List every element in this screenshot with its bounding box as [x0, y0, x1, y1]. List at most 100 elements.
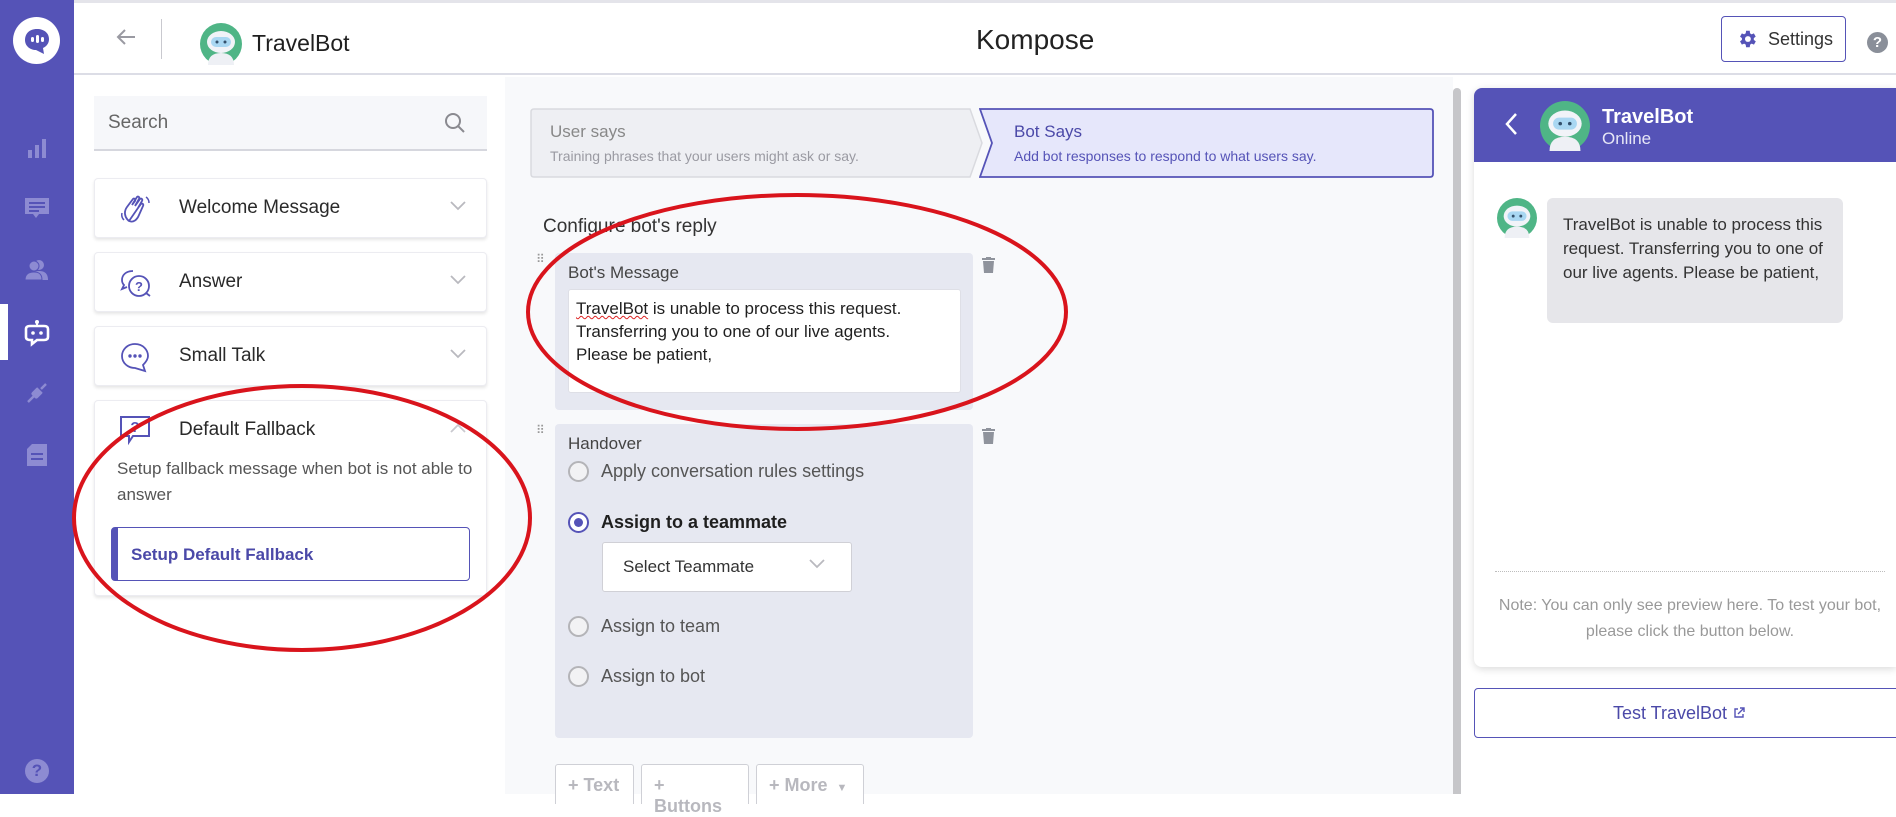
- intent-title: Answer: [179, 271, 243, 292]
- users-icon: [24, 260, 48, 281]
- radio-label: Apply conversation rules settings: [601, 461, 865, 481]
- preview-bot-status: Online: [1602, 129, 1652, 148]
- arrow-left-icon: [116, 29, 135, 45]
- bot-message-label: Bot's Message: [568, 263, 679, 282]
- test-bot-button[interactable]: Test TravelBot: [1474, 688, 1896, 738]
- radio-label: Assign to a teammate: [601, 512, 788, 532]
- step-title: User says: [550, 122, 626, 141]
- select-teammate-dropdown[interactable]: Select Teammate: [602, 542, 852, 592]
- radio-button-selected[interactable]: [568, 512, 589, 533]
- bot-avatar: [200, 23, 242, 70]
- center-scrollbar[interactable]: [1453, 88, 1461, 794]
- integrations-icon: [27, 383, 47, 403]
- radio-apply-conversation-rules[interactable]: Apply conversation rules settings: [568, 461, 864, 482]
- nav-integrations[interactable]: [22, 378, 52, 408]
- nav-users[interactable]: [22, 255, 52, 285]
- fallback-description: Setup fallback message when bot is not a…: [117, 459, 473, 504]
- settings-label: Settings: [1768, 28, 1834, 49]
- select-value: Select Teammate: [623, 557, 755, 576]
- search-icon[interactable]: [443, 111, 467, 135]
- step-bot-says[interactable]: Bot Says Add bot responses to respond to…: [979, 108, 1434, 178]
- robot-avatar-icon: [1497, 198, 1537, 238]
- caret-down-icon: ▼: [836, 782, 848, 794]
- intent-card-welcome-message[interactable]: Welcome Message: [94, 178, 487, 238]
- page-header: TravelBot Kompose Settings ?: [74, 3, 1896, 75]
- intent-list-panel: Search Welcome Message ? Answer Small Ta…: [74, 77, 505, 794]
- chevron-down-icon[interactable]: [450, 349, 466, 359]
- intent-card-small-talk[interactable]: Small Talk: [94, 326, 487, 386]
- preview-message-bubble: TravelBot is unable to process this requ…: [1547, 198, 1843, 323]
- chevron-down-icon[interactable]: [450, 275, 466, 285]
- step-title: Bot Says: [1014, 122, 1083, 141]
- radio-assign-team[interactable]: Assign to team: [568, 616, 720, 637]
- radio-label: Assign to bot: [601, 666, 706, 686]
- setup-default-fallback-button[interactable]: Setup Default Fallback: [111, 527, 470, 581]
- add-text-button[interactable]: + Text: [555, 764, 634, 804]
- chevron-left-icon[interactable]: [1504, 112, 1518, 136]
- bot-message-textarea[interactable]: TravelBot is unable to process this requ…: [568, 289, 961, 393]
- app-logo[interactable]: [13, 17, 60, 64]
- svg-text:?: ?: [130, 419, 139, 436]
- chevron-down-icon: [809, 559, 825, 569]
- intent-title: Welcome Message: [179, 197, 341, 218]
- header-divider: [161, 19, 162, 59]
- radio-button[interactable]: [568, 616, 589, 637]
- help-icon: ?: [25, 759, 49, 783]
- gear-icon: [1740, 30, 1756, 48]
- add-buttons-button[interactable]: + Buttons: [641, 764, 749, 816]
- radio-label: Assign to team: [601, 616, 721, 636]
- message-line: Please be patient,: [576, 345, 713, 364]
- preview-divider: [1495, 571, 1885, 572]
- preview-note: Note: You can only see preview here. To …: [1498, 597, 1882, 640]
- external-link-icon: [1734, 707, 1745, 718]
- intent-title: Small Talk: [179, 345, 266, 366]
- question-bubble-icon: ?: [120, 270, 151, 297]
- search-input[interactable]: Search: [94, 96, 487, 151]
- bot-icon: [24, 320, 50, 347]
- intent-title: Default Fallback: [179, 419, 316, 440]
- back-button[interactable]: [114, 25, 138, 49]
- drag-handle-icon[interactable]: ⠿: [536, 253, 545, 265]
- nav-bots[interactable]: [22, 318, 52, 348]
- message-line: Transferring you to one of our live agen…: [576, 322, 891, 341]
- compose-panel: User says Training phrases that your use…: [505, 77, 1453, 816]
- document-icon: [27, 444, 47, 466]
- robot-avatar-icon: [200, 23, 242, 65]
- chevron-up-icon[interactable]: [450, 423, 466, 433]
- radio-button[interactable]: [568, 461, 589, 482]
- settings-button[interactable]: Settings: [1721, 16, 1846, 62]
- step-subtitle: Training phrases that your users might a…: [550, 148, 859, 164]
- step-user-says[interactable]: User says Training phrases that your use…: [530, 108, 970, 178]
- conversations-icon: [25, 198, 49, 218]
- nav-help[interactable]: ?: [22, 756, 52, 786]
- preview-bot-name: TravelBot: [1602, 106, 1694, 128]
- chevron-down-icon[interactable]: [450, 201, 466, 211]
- robot-avatar-icon: [1540, 101, 1590, 151]
- add-more-label: + More: [769, 775, 828, 795]
- drag-handle-icon[interactable]: ⠿: [536, 424, 545, 436]
- preview-header: TravelBot Online: [1474, 88, 1896, 162]
- step-subtitle: Add bot responses to respond to what use…: [1014, 148, 1317, 164]
- wave-hand-icon: [121, 195, 150, 223]
- bar-chart-icon: [28, 139, 46, 158]
- page-title: Kompose: [976, 24, 1095, 55]
- delete-handover-icon[interactable]: [982, 428, 995, 444]
- radio-assign-bot[interactable]: Assign to bot: [568, 666, 705, 687]
- svg-text:?: ?: [135, 279, 143, 294]
- active-indicator: [0, 304, 8, 360]
- nav-conversations[interactable]: [22, 194, 52, 224]
- radio-button[interactable]: [568, 666, 589, 687]
- add-more-button[interactable]: + More ▼: [756, 764, 864, 804]
- handover-label: Handover: [568, 434, 642, 453]
- intent-card-default-fallback[interactable]: ? Default Fallback Setup fallback messag…: [94, 400, 487, 596]
- handover-block: Handover Apply conversation rules settin…: [555, 424, 973, 738]
- nav-documents[interactable]: [22, 440, 52, 470]
- test-bot-label: Test TravelBot: [1612, 702, 1728, 723]
- help-button[interactable]: ?: [1867, 32, 1888, 53]
- misspelled-word: TravelBot: [576, 299, 649, 318]
- nav-reports[interactable]: [22, 133, 52, 163]
- radio-assign-teammate[interactable]: Assign to a teammate: [568, 512, 787, 533]
- intent-card-answer[interactable]: ? Answer: [94, 252, 487, 312]
- delete-message-icon[interactable]: [982, 257, 995, 273]
- fallback-question-icon: ?: [120, 416, 150, 446]
